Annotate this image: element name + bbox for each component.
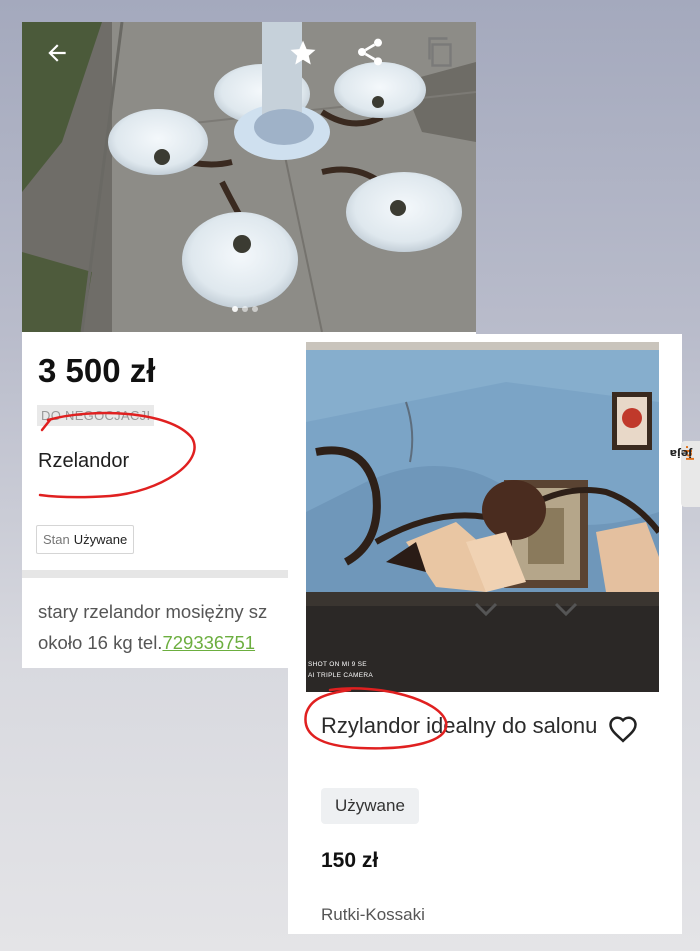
listing-1-title: Rzelandor [38, 450, 130, 472]
condition-chip: Używane [321, 788, 419, 824]
description-prefix: około 16 kg tel. [38, 632, 163, 653]
copy-icon[interactable] [422, 34, 458, 70]
phone-link[interactable]: 729336751 [162, 632, 255, 653]
listing-1-price: 3 500 zł [38, 352, 156, 389]
condition-tag: Stan Używane [36, 525, 135, 554]
condition-key: Stan [43, 532, 70, 547]
listing-2-location: Rutki-Kossaki [321, 905, 425, 924]
negotiable-badge: DO NEGOCJACJI [37, 405, 155, 426]
wall-lamp-photo [306, 342, 659, 692]
star-icon[interactable] [288, 38, 318, 68]
listing-1-description: stary rzelandor mosiężny sz około 16 kg … [38, 596, 267, 658]
condition-value: Używane [73, 532, 128, 547]
listing-card-2: SHOT ON MI 9 SE AI TRIPLE CAMERA Rzyland… [288, 334, 682, 934]
description-line-1: stary rzelandor mosiężny sz [38, 601, 268, 622]
description-line-2: około 16 kg tel.729336751 [38, 627, 267, 658]
jeja-logo-prefix: jeja [669, 447, 692, 460]
listing-2-title[interactable]: Rzylandor idealny do salonu [321, 709, 601, 742]
photo-pagination[interactable] [232, 306, 258, 312]
share-icon[interactable] [354, 36, 386, 68]
jeja-watermark: jeja .pl [670, 441, 700, 507]
listing-1-photo[interactable] [22, 22, 476, 332]
jeja-logo-text: jeja .pl [670, 445, 696, 511]
pagination-dot[interactable] [232, 306, 238, 312]
camera-watermark-line-2: AI TRIPLE CAMERA [308, 672, 374, 679]
camera-watermark-line-1: SHOT ON MI 9 SE [308, 661, 367, 668]
back-arrow-icon[interactable] [44, 40, 70, 66]
pagination-dot[interactable] [242, 306, 248, 312]
listing-2-photo[interactable]: SHOT ON MI 9 SE AI TRIPLE CAMERA [306, 342, 659, 692]
favorite-heart-icon[interactable] [608, 715, 638, 743]
listing-2-price: 150 zł [321, 849, 379, 872]
pagination-dot[interactable] [252, 306, 258, 312]
chandelier-photo [22, 22, 476, 332]
